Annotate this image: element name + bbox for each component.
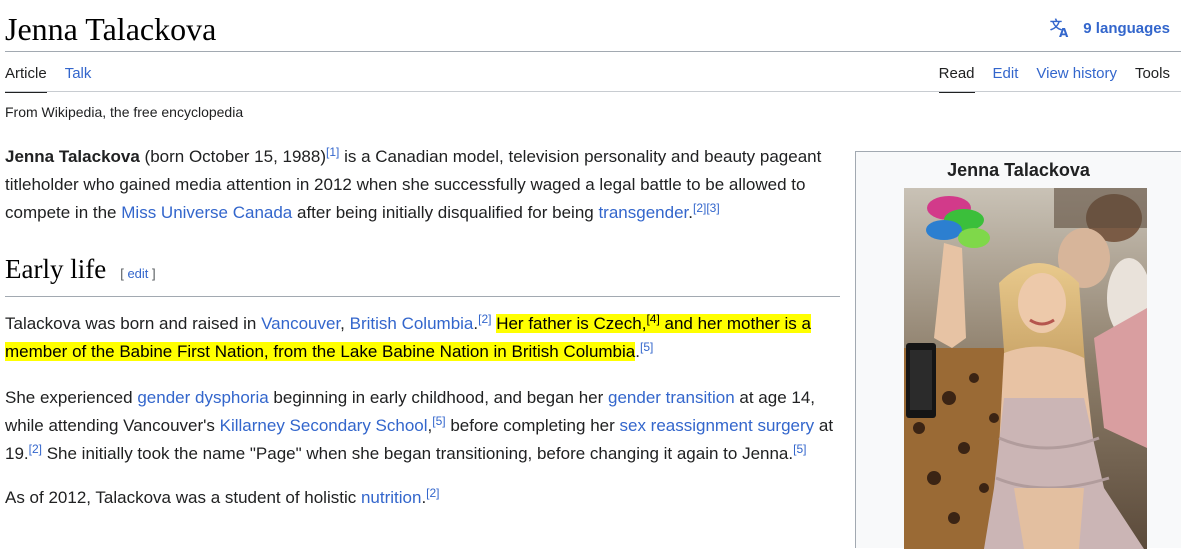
link-gender-dysphoria[interactable]: gender dysphoria	[137, 388, 268, 407]
ref-5[interactable]: [5]	[432, 414, 445, 428]
tab-talk[interactable]: Talk	[65, 65, 92, 93]
infobox: Jenna Talackova	[855, 151, 1181, 549]
ref-2[interactable]: [2]	[478, 312, 491, 326]
infobox-photo[interactable]	[904, 188, 1147, 549]
paragraph-education: As of 2012, Talackova was a student of h…	[5, 486, 440, 507]
ref-3[interactable]: [3]	[706, 201, 719, 215]
namespace-tabs: Article Talk	[5, 65, 91, 93]
translate-icon: 文 A	[1049, 18, 1071, 38]
ref-4[interactable]: [4]	[646, 312, 659, 326]
tab-view-history[interactable]: View history	[1036, 65, 1117, 93]
ref-2[interactable]: [2]	[693, 201, 706, 215]
infobox-title: Jenna Talackova	[947, 160, 1090, 180]
site-tagline: From Wikipedia, the free encyclopedia	[5, 104, 244, 120]
link-sex-reassignment-surgery[interactable]: sex reassignment surgery	[620, 416, 815, 435]
svg-text:A: A	[1059, 26, 1069, 38]
ref-5[interactable]: [5]	[640, 340, 653, 354]
link-transgender[interactable]: transgender	[598, 203, 688, 222]
subject-name: Jenna Talackova	[5, 147, 140, 166]
link-british-columbia[interactable]: British Columbia	[350, 314, 474, 333]
ref-2[interactable]: [2]	[29, 442, 42, 456]
section-edit: [ edit ]	[120, 266, 156, 281]
ref-1[interactable]: [1]	[326, 145, 339, 159]
link-nutrition[interactable]: nutrition	[361, 488, 421, 507]
page-title: Jenna Talackova	[5, 11, 217, 47]
languages-label: 9 languages	[1083, 19, 1170, 37]
intro-paragraph: Jenna Talackova (born October 15, 1988)[…	[5, 145, 822, 222]
languages-button[interactable]: 文 A 9 languages	[1049, 18, 1170, 38]
link-gender-transition[interactable]: gender transition	[608, 388, 735, 407]
link-killarney-school[interactable]: Killarney Secondary School	[220, 416, 428, 435]
paragraph-birth: Talackova was born and raised in Vancouv…	[5, 312, 811, 361]
tabs-divider	[5, 91, 1181, 92]
tab-edit[interactable]: Edit	[993, 65, 1019, 93]
ref-5[interactable]: [5]	[793, 442, 806, 456]
tools-menu[interactable]: Tools	[1135, 65, 1170, 93]
link-miss-universe-canada[interactable]: Miss Universe Canada	[121, 203, 292, 222]
title-divider	[5, 51, 1181, 52]
section-edit-link[interactable]: edit	[127, 266, 148, 281]
link-vancouver[interactable]: Vancouver	[261, 314, 340, 333]
tab-read[interactable]: Read	[938, 65, 975, 93]
tab-article[interactable]: Article	[5, 65, 47, 93]
article-body: Jenna Talackova (born October 15, 1988)[…	[5, 143, 840, 512]
section-heading-early-life: Early life [ edit ]	[5, 251, 840, 297]
view-tabs: Read Edit View history Tools	[938, 65, 1170, 93]
ref-2[interactable]: [2]	[426, 486, 439, 500]
paragraph-transition: She experienced gender dysphoria beginni…	[5, 388, 834, 463]
